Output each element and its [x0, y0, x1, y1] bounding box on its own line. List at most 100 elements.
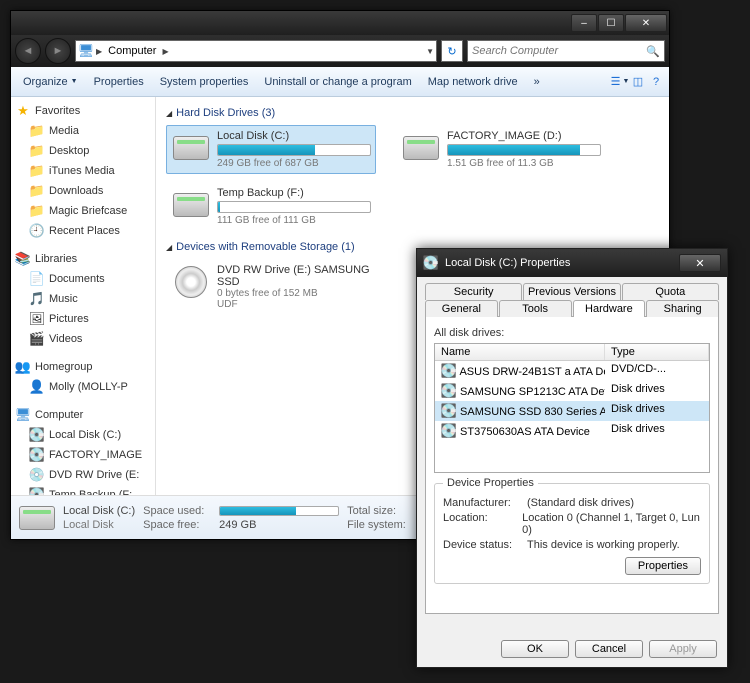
- drive-name: FACTORY_IMAGE (D:): [447, 130, 601, 142]
- group-hdd[interactable]: ◢Hard Disk Drives (3): [166, 107, 659, 119]
- user-icon: 👤: [29, 379, 45, 395]
- tab-panel: All disk drives: Name Type 💽 ASUS DRW-24…: [425, 316, 719, 614]
- col-name[interactable]: Name: [435, 344, 605, 360]
- sidebar-item-pictures[interactable]: 🖼Pictures: [11, 309, 155, 329]
- drive-item[interactable]: Temp Backup (F:)111 GB free of 111 GB: [166, 182, 376, 231]
- search-icon[interactable]: 🔍: [646, 45, 660, 58]
- sidebar-item-music[interactable]: 🎵Music: [11, 289, 155, 309]
- sidebar-favorites: ★Favorites 📁Media 📁Desktop 📁iTunes Media…: [11, 101, 155, 241]
- sidebar-item-desktop[interactable]: 📁Desktop: [11, 141, 155, 161]
- refresh-button[interactable]: ↻: [441, 40, 463, 62]
- folder-icon: 📁: [29, 123, 45, 139]
- sidebar-item-recent[interactable]: 🕘Recent Places: [11, 221, 155, 241]
- search-box[interactable]: 🔍: [467, 40, 665, 62]
- address-bar[interactable]: 🖥 ▶ Computer ▶ ▼: [75, 40, 437, 62]
- tab-previous-versions[interactable]: Previous Versions: [523, 283, 620, 300]
- cancel-button[interactable]: Cancel: [575, 640, 643, 658]
- sidebar-item-molly[interactable]: 👤Molly (MOLLY-P: [11, 377, 155, 397]
- location-value: Location 0 (Channel 1, Target 0, Lun 0): [522, 512, 701, 536]
- collapse-icon[interactable]: ◢: [166, 109, 172, 118]
- sidebar-computer: 🖥Computer 💽Local Disk (C:) 💽FACTORY_IMAG…: [11, 405, 155, 495]
- ok-button[interactable]: OK: [501, 640, 569, 658]
- search-input[interactable]: [472, 45, 646, 57]
- folder-icon: 📁: [29, 183, 45, 199]
- tab-sharing[interactable]: Sharing: [646, 300, 719, 317]
- row-type: Disk drives: [605, 382, 709, 400]
- status-type: Local Disk: [63, 519, 135, 531]
- listview-header: Name Type: [435, 344, 709, 361]
- forward-button[interactable]: ►: [45, 38, 71, 64]
- sidebar-item-temp[interactable]: 💽Temp Backup (F:: [11, 485, 155, 495]
- sidebar-item-videos[interactable]: 🎬Videos: [11, 329, 155, 349]
- group-legend: Device Properties: [443, 477, 538, 489]
- status-value: This device is working properly.: [527, 539, 680, 551]
- properties-button[interactable]: Properties: [86, 72, 152, 92]
- tab-quota[interactable]: Quota: [622, 283, 719, 300]
- drive-item[interactable]: FACTORY_IMAGE (D:)1.51 GB free of 11.3 G…: [396, 125, 606, 174]
- sidebar-favorites-header[interactable]: ★Favorites: [11, 101, 155, 121]
- back-button[interactable]: ◄: [15, 38, 41, 64]
- dialog-footer: OK Cancel Apply: [417, 631, 727, 667]
- recent-icon: 🕘: [29, 223, 45, 239]
- drive-icon: 💽: [441, 403, 457, 419]
- sidebar-item-briefcase[interactable]: 📁Magic Briefcase: [11, 201, 155, 221]
- listview-row[interactable]: 💽 SAMSUNG SSD 830 Series ATA DeviceDisk …: [435, 401, 709, 421]
- sidebar-libraries-header[interactable]: 📚Libraries: [11, 249, 155, 269]
- status-label: Device status:: [443, 539, 523, 551]
- row-name: 💽 ASUS DRW-24B1ST a ATA Device: [435, 362, 605, 380]
- drive-listview[interactable]: Name Type 💽 ASUS DRW-24B1ST a ATA Device…: [434, 343, 710, 473]
- sidebar-homegroup-header[interactable]: 👥Homegroup: [11, 357, 155, 377]
- chevron-right-icon[interactable]: ▶: [162, 47, 168, 56]
- drive-item[interactable]: DVD RW Drive (E:) SAMSUNG SSD0 bytes fre…: [166, 259, 376, 315]
- drive-item[interactable]: Local Disk (C:)249 GB free of 687 GB: [166, 125, 376, 174]
- row-name: 💽 ST3750630AS ATA Device: [435, 422, 605, 440]
- col-type[interactable]: Type: [605, 344, 709, 360]
- uninstall-button[interactable]: Uninstall or change a program: [256, 72, 419, 92]
- apply-button[interactable]: Apply: [649, 640, 717, 658]
- videos-icon: 🎬: [29, 331, 45, 347]
- tab-general[interactable]: General: [425, 300, 498, 317]
- dialog-titlebar: 💽 Local Disk (C:) Properties ✕: [417, 249, 727, 277]
- sidebar-item-itunes[interactable]: 📁iTunes Media: [11, 161, 155, 181]
- row-type: DVD/CD-...: [605, 362, 709, 380]
- breadcrumb-computer[interactable]: Computer: [104, 44, 160, 58]
- tab-security[interactable]: Security: [425, 283, 522, 300]
- address-dropdown-icon[interactable]: ▼: [426, 47, 434, 56]
- sidebar-computer-header[interactable]: 🖥Computer: [11, 405, 155, 425]
- device-properties-button[interactable]: Properties: [625, 557, 701, 575]
- help-icon[interactable]: ?: [647, 73, 665, 91]
- sidebar-item-dvd[interactable]: 💿DVD RW Drive (E:: [11, 465, 155, 485]
- listview-row[interactable]: 💽 SAMSUNG SP1213C ATA DeviceDisk drives: [435, 381, 709, 401]
- listview-row[interactable]: 💽 ST3750630AS ATA DeviceDisk drives: [435, 421, 709, 441]
- system-properties-button[interactable]: System properties: [152, 72, 257, 92]
- drive-icon: 💽: [29, 427, 45, 443]
- maximize-button[interactable]: ☐: [598, 14, 624, 32]
- status-fs-label: File system:: [347, 519, 417, 531]
- minimize-button[interactable]: –: [571, 14, 597, 32]
- list-label: All disk drives:: [434, 327, 710, 339]
- sidebar-item-downloads[interactable]: 📁Downloads: [11, 181, 155, 201]
- drive-icon: 💽: [29, 487, 45, 495]
- view-options-icon[interactable]: ☰ ▼: [611, 73, 629, 91]
- tab-hardware[interactable]: Hardware: [573, 300, 646, 317]
- status-free-value: 249 GB: [219, 519, 256, 531]
- preview-pane-icon[interactable]: ◫: [629, 73, 647, 91]
- dialog-close-button[interactable]: ✕: [679, 254, 721, 272]
- close-button[interactable]: ✕: [625, 14, 667, 32]
- map-drive-button[interactable]: Map network drive: [420, 72, 526, 92]
- chevron-right-icon[interactable]: ▶: [96, 47, 102, 56]
- pictures-icon: 🖼: [29, 311, 45, 327]
- sidebar-item-media[interactable]: 📁Media: [11, 121, 155, 141]
- sidebar: ★Favorites 📁Media 📁Desktop 📁iTunes Media…: [11, 97, 156, 495]
- organize-menu[interactable]: Organize▼: [15, 72, 86, 92]
- sidebar-item-documents[interactable]: 📄Documents: [11, 269, 155, 289]
- listview-row[interactable]: 💽 ASUS DRW-24B1ST a ATA DeviceDVD/CD-...: [435, 361, 709, 381]
- collapse-icon[interactable]: ◢: [166, 243, 172, 252]
- sidebar-item-factory[interactable]: 💽FACTORY_IMAGE: [11, 445, 155, 465]
- drive-free: 0 bytes free of 152 MB: [217, 288, 371, 299]
- toolbar-overflow[interactable]: »: [526, 72, 548, 92]
- tab-tools[interactable]: Tools: [499, 300, 572, 317]
- homegroup-icon: 👥: [15, 359, 31, 375]
- sidebar-item-localdisk[interactable]: 💽Local Disk (C:): [11, 425, 155, 445]
- row-type: Disk drives: [605, 422, 709, 440]
